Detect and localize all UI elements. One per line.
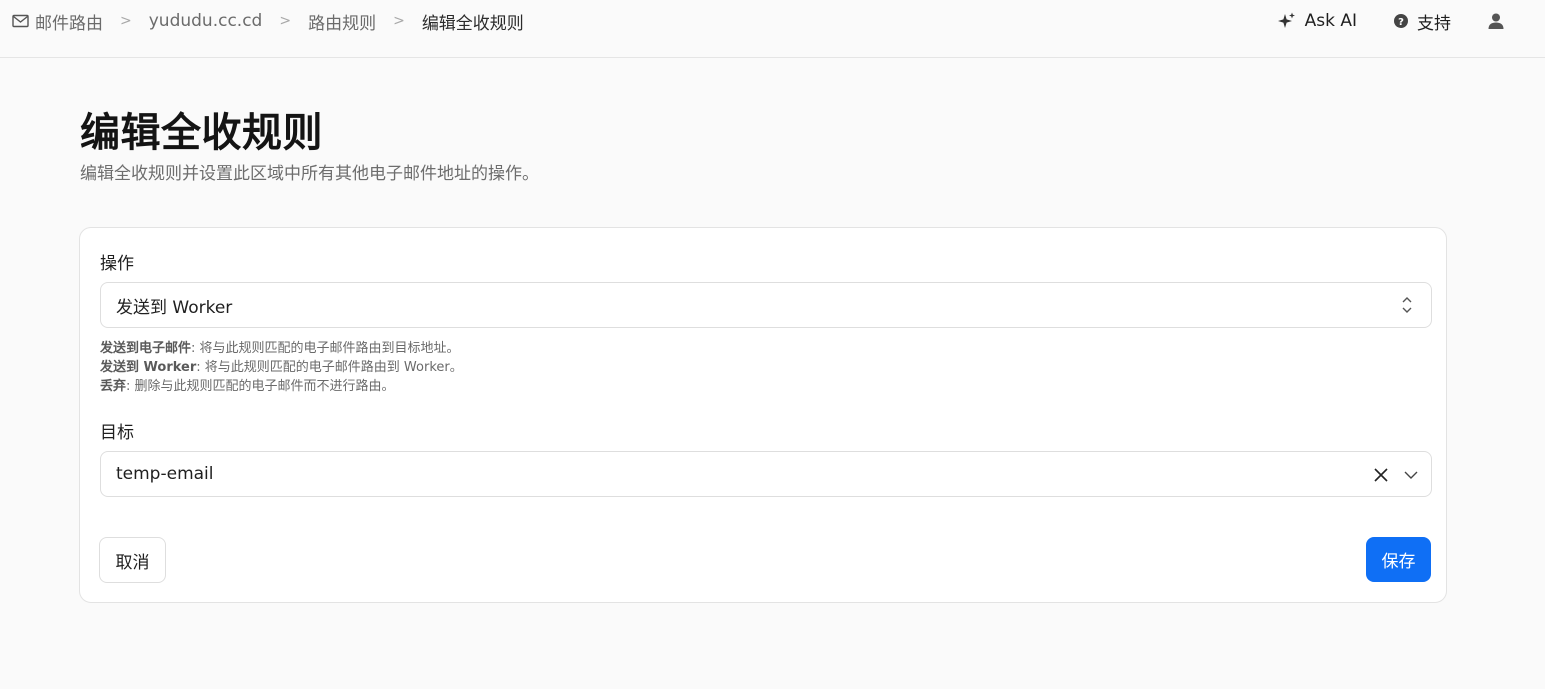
breadcrumb-label: 邮件路由 — [35, 13, 103, 34]
user-menu-button[interactable] — [1487, 12, 1505, 30]
sparkle-icon — [1277, 12, 1295, 28]
action-select[interactable]: 发送到 Worker — [100, 282, 1432, 328]
help-circle-icon: ? — [1394, 14, 1408, 28]
svg-text:?: ? — [1398, 17, 1404, 28]
breadcrumb-separator: > — [393, 13, 405, 29]
breadcrumb-domain[interactable]: yududu.cc.cd — [149, 11, 263, 31]
help-line-drop: 丢弃: 删除与此规则匹配的电子邮件而不进行路由。 — [100, 377, 463, 396]
cancel-button[interactable]: 取消 — [99, 537, 166, 583]
action-select-value: 发送到 Worker — [116, 297, 233, 318]
chevron-down-icon[interactable] — [1403, 467, 1419, 483]
help-desc: : 将与此规则匹配的电子邮件路由到目标地址。 — [191, 341, 460, 356]
ask-ai-label: Ask AI — [1304, 11, 1357, 31]
help-line-email: 发送到电子邮件: 将与此规则匹配的电子邮件路由到目标地址。 — [100, 339, 463, 358]
help-term: 丢弃 — [100, 379, 127, 394]
breadcrumb-separator: > — [279, 13, 292, 29]
save-button[interactable]: 保存 — [1366, 537, 1431, 582]
ask-ai-button[interactable]: Ask AI — [1277, 11, 1357, 31]
updown-chevron-icon — [1402, 297, 1412, 313]
support-label: 支持 — [1417, 13, 1451, 34]
breadcrumb-email-routing[interactable]: 邮件路由 — [12, 9, 103, 34]
breadcrumb-routing-rules[interactable]: 路由规则 — [308, 9, 376, 34]
breadcrumb-separator: > — [120, 13, 132, 29]
top-actions: Ask AI ? 支持 — [1241, 9, 1505, 34]
target-select[interactable]: temp-email — [100, 451, 1432, 497]
action-label: 操作 — [100, 254, 134, 274]
user-icon — [1488, 13, 1504, 29]
help-line-worker: 发送到 Worker: 将与此规则匹配的电子邮件路由到 Worker。 — [100, 358, 463, 377]
mail-icon — [12, 14, 29, 28]
breadcrumb: 邮件路由 > yududu.cc.cd > 路由规则 > 编辑全收规则 — [12, 9, 524, 34]
rule-form-card: 操作 发送到 Worker 发送到电子邮件: 将与此规则匹配的电子邮件路由到目标… — [79, 227, 1447, 603]
help-desc: : 将与此规则匹配的电子邮件路由到 Worker。 — [196, 360, 463, 375]
page-subtitle: 编辑全收规则并设置此区域中所有其他电子邮件地址的操作。 — [80, 164, 539, 184]
action-help-text: 发送到电子邮件: 将与此规则匹配的电子邮件路由到目标地址。 发送到 Worker… — [100, 339, 463, 396]
help-term: 发送到 Worker — [100, 360, 197, 375]
help-term: 发送到电子邮件 — [100, 341, 192, 356]
close-icon[interactable] — [1373, 467, 1389, 483]
target-label: 目标 — [100, 423, 134, 443]
top-bar: 邮件路由 > yududu.cc.cd > 路由规则 > 编辑全收规则 Ask … — [0, 0, 1545, 58]
help-desc: : 删除与此规则匹配的电子邮件而不进行路由。 — [126, 379, 395, 394]
support-button[interactable]: ? 支持 — [1393, 9, 1451, 34]
breadcrumb-current: 编辑全收规则 — [421, 13, 524, 34]
page-title: 编辑全收规则 — [80, 110, 323, 156]
target-select-value: temp-email — [116, 464, 214, 484]
